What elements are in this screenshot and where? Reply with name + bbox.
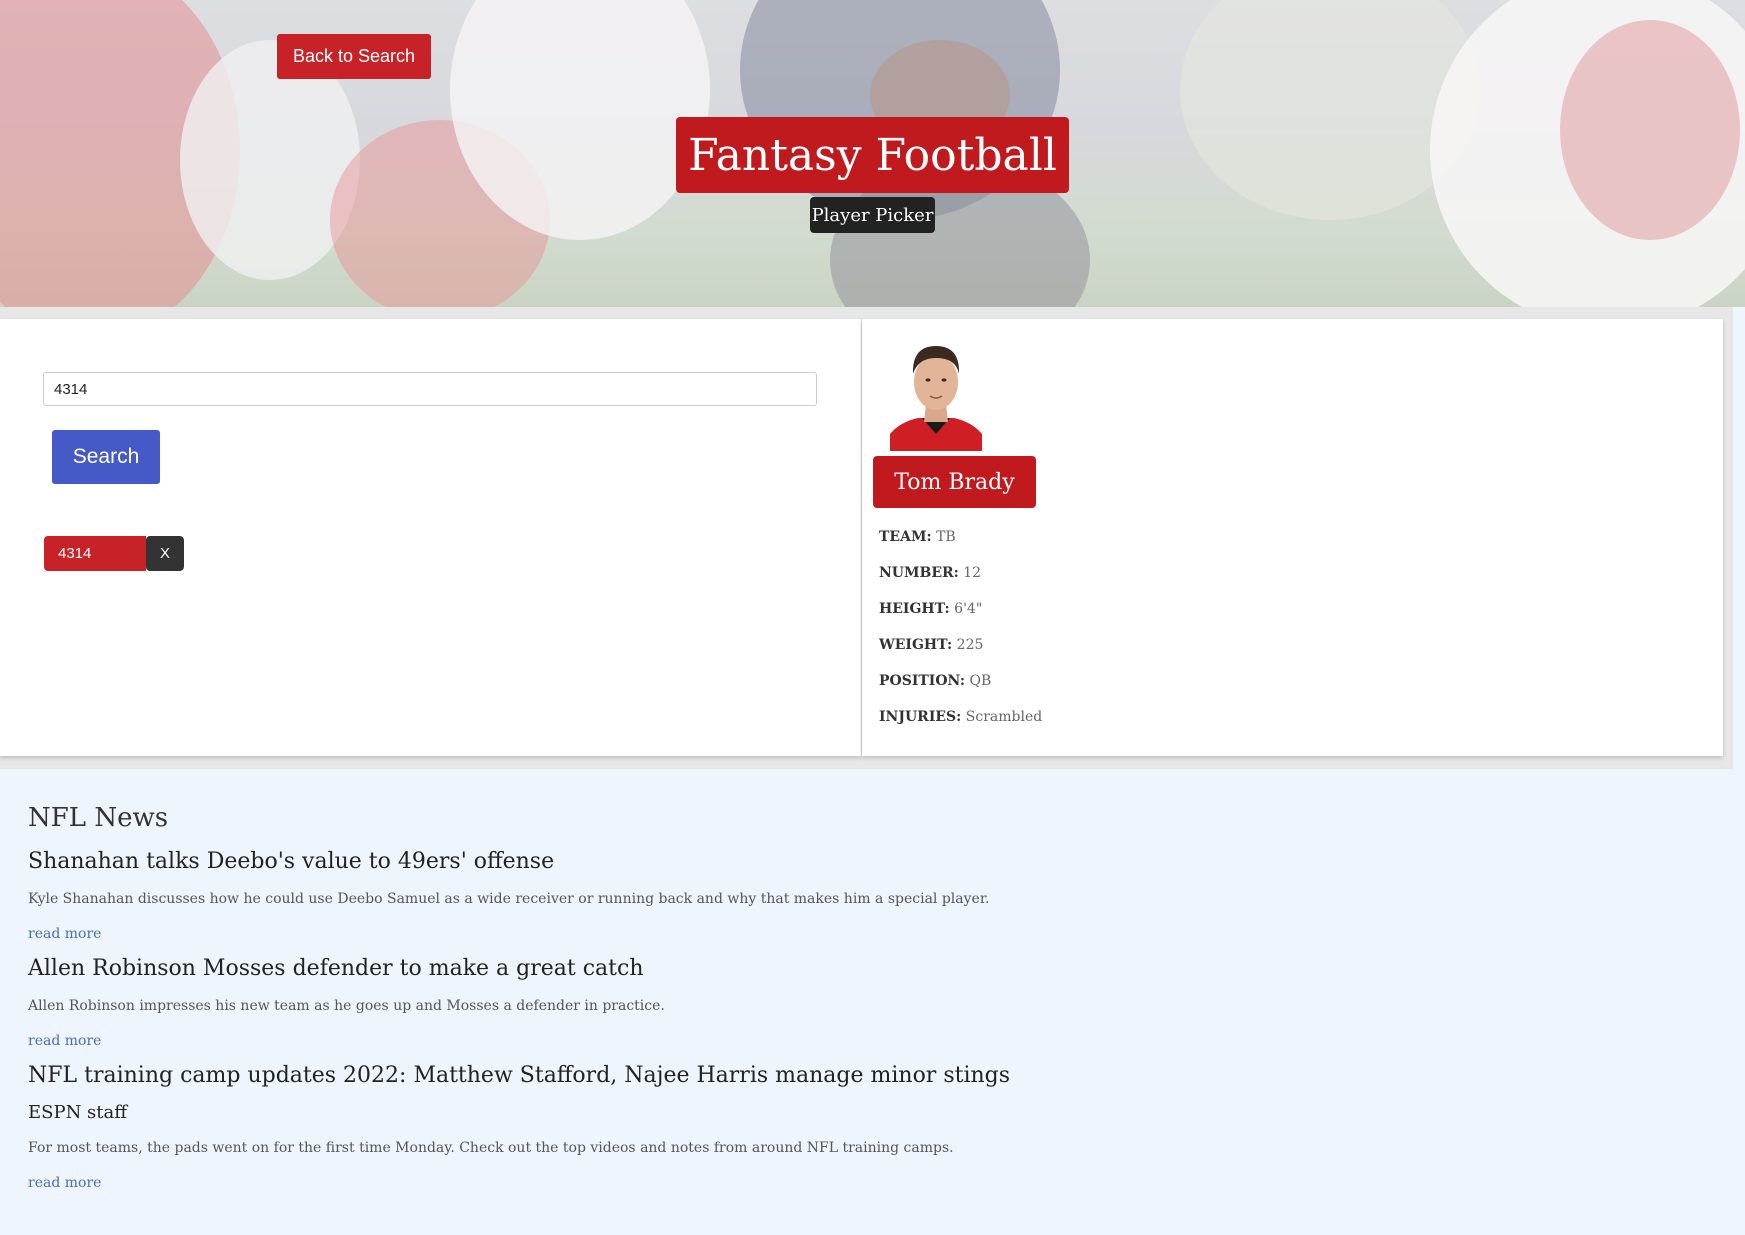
- search-button[interactable]: Search: [52, 430, 160, 484]
- stat-injuries: INJURIES: Scrambled: [879, 709, 1043, 725]
- read-more-link[interactable]: read more: [28, 926, 101, 942]
- back-to-search-button[interactable]: Back to Search: [277, 34, 431, 79]
- player-headshot-icon: [890, 334, 982, 451]
- chip-label[interactable]: 4314: [44, 536, 146, 571]
- news-item-description: Allen Robinson impresses his new team as…: [28, 998, 665, 1014]
- news-item-title: Shanahan talks Deebo's value to 49ers' o…: [28, 849, 555, 874]
- news-item-description: Kyle Shanahan discusses how he could use…: [28, 891, 990, 907]
- read-more-link[interactable]: read more: [28, 1175, 101, 1191]
- news-item-title: NFL training camp updates 2022: Matthew …: [28, 1063, 1011, 1088]
- hero-banner: Back to Search Fantasy Football Player P…: [0, 0, 1745, 307]
- player-stats: TEAM: TB NUMBER: 12 HEIGHT: 6'4" WEIGHT:…: [879, 529, 1042, 745]
- news-heading: NFL News: [28, 803, 169, 833]
- news-item-byline: ESPN staff: [28, 1102, 128, 1123]
- news-item-title: Allen Robinson Mosses defender to make a…: [28, 956, 644, 981]
- stat-number: NUMBER: 12: [879, 565, 982, 581]
- page-subtitle: Player Picker: [810, 197, 935, 233]
- page-title: Fantasy Football: [676, 117, 1069, 193]
- news-item-description: For most teams, the pads went on for the…: [28, 1140, 954, 1156]
- search-input[interactable]: [43, 372, 817, 406]
- stat-weight: WEIGHT: 225: [879, 637, 984, 653]
- player-panel: Tom Brady TEAM: TB NUMBER: 12 HEIGHT: 6'…: [862, 319, 1723, 756]
- search-history-chip: 4314 X: [44, 536, 184, 571]
- stat-position: POSITION: QB: [879, 673, 992, 689]
- player-headshot-svg: [890, 346, 982, 451]
- main-section: Search 4314 X Tom Brady TEAM: TB NUMBER:…: [0, 307, 1733, 769]
- news-section: NFL News Shanahan talks Deebo's value to…: [0, 781, 1745, 1235]
- remove-chip-button[interactable]: X: [146, 536, 184, 571]
- stat-team: TEAM: TB: [879, 529, 956, 545]
- player-name: Tom Brady: [873, 456, 1036, 508]
- read-more-link[interactable]: read more: [28, 1033, 101, 1049]
- search-panel: Search 4314 X: [0, 319, 861, 756]
- stat-height: HEIGHT: 6'4": [879, 601, 983, 617]
